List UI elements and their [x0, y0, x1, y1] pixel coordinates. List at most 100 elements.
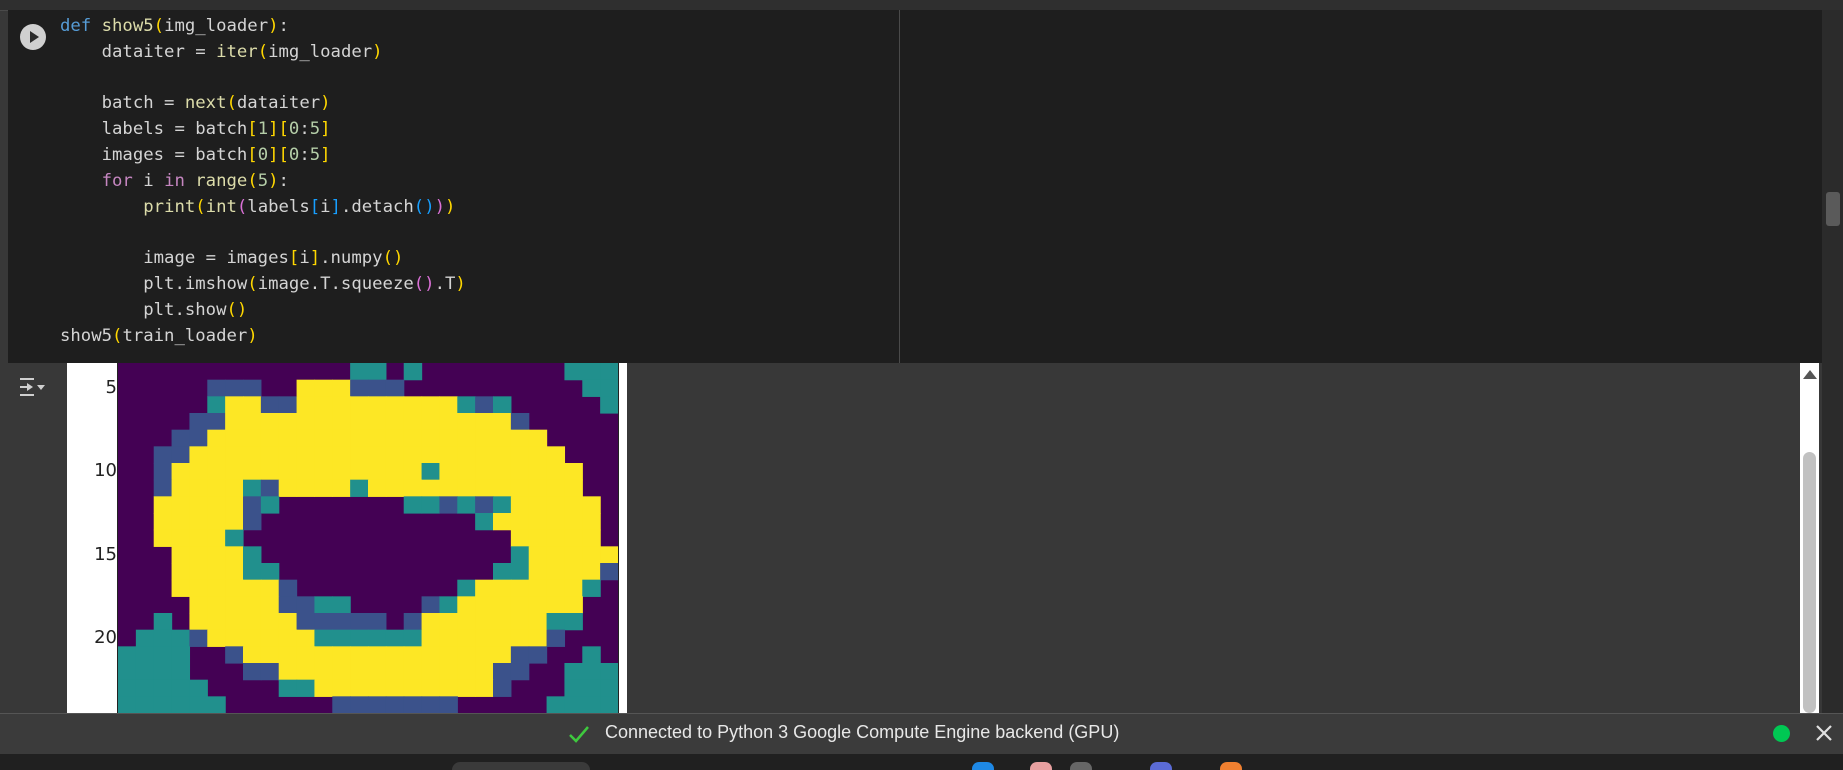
close-icon[interactable] — [1813, 722, 1835, 744]
code-token: next — [184, 93, 227, 114]
image-pixel — [564, 696, 583, 713]
taskbar-app-icon[interactable] — [1150, 762, 1172, 770]
image-pixel — [225, 563, 244, 581]
image-pixel — [368, 396, 387, 414]
image-pixel — [582, 646, 601, 664]
code-line[interactable]: batch = next(dataiter) — [60, 91, 898, 117]
image-pixel — [332, 429, 351, 447]
image-pixel — [278, 679, 298, 697]
image-pixel — [118, 679, 137, 697]
image-pixel — [153, 513, 173, 531]
image-pixel — [546, 496, 566, 514]
image-pixel — [403, 446, 423, 464]
code-line[interactable]: image = images[i].numpy() — [60, 246, 898, 272]
image-pixel — [225, 446, 244, 464]
image-pixel — [582, 663, 601, 681]
taskbar-app-icon[interactable] — [1070, 762, 1092, 770]
image-pixel — [225, 596, 244, 614]
image-pixel — [368, 629, 387, 647]
taskbar-search[interactable] — [452, 762, 590, 770]
image-pixel — [493, 513, 512, 531]
code-line[interactable]: images = batch[0][0:5] — [60, 143, 898, 169]
image-pixel — [153, 629, 173, 647]
code-line[interactable]: labels = batch[1][0:5] — [60, 117, 898, 143]
image-pixel — [207, 446, 226, 464]
image-pixel — [600, 663, 618, 681]
output-plot: 5 10 15 20 — [67, 363, 627, 713]
code-line[interactable]: plt.imshow(image.T.squeeze().T) — [60, 272, 898, 298]
code-token: int — [205, 196, 237, 217]
code-token: image = images — [60, 248, 289, 269]
image-pixel — [493, 396, 512, 414]
image-pixel — [564, 363, 583, 381]
y-tick-label: 5 — [105, 377, 117, 398]
image-pixel — [225, 396, 244, 414]
image-pixel — [457, 679, 476, 697]
image-pixel — [153, 663, 173, 681]
image-pixel — [564, 613, 583, 631]
image-pixel — [243, 563, 262, 581]
code-token: dataiter = — [60, 41, 217, 62]
notebook-scroll-thumb[interactable] — [1826, 192, 1840, 226]
code-line[interactable]: def show5(img_loader): — [60, 14, 898, 40]
image-pixel — [493, 596, 512, 614]
image-pixel — [171, 496, 191, 514]
code-token: 5 — [309, 144, 321, 165]
image-pixel — [600, 679, 618, 697]
image-pixel — [225, 463, 244, 481]
code-token: ( — [236, 196, 248, 217]
image-pixel — [278, 429, 298, 447]
image-pixel — [493, 496, 512, 514]
image-pixel — [332, 463, 351, 481]
code-line[interactable]: print(int(labels[i].detach())) — [60, 195, 898, 221]
output-scroll-thumb[interactable] — [1803, 452, 1816, 713]
image-pixel — [296, 613, 316, 631]
code-line[interactable] — [60, 220, 898, 246]
taskbar-app-icon[interactable] — [972, 762, 994, 770]
code-text[interactable]: def show5(img_loader): dataiter = iter(i… — [60, 14, 898, 349]
image-pixel — [189, 629, 208, 647]
image-pixel — [296, 679, 316, 697]
image-pixel — [493, 579, 512, 597]
image-pixel — [207, 463, 226, 481]
code-line[interactable]: for i in range(5): — [60, 169, 898, 195]
image-pixel — [493, 446, 512, 464]
image-pixel — [493, 663, 512, 681]
output-actions-icon[interactable] — [18, 374, 46, 400]
image-pixel — [189, 596, 208, 614]
code-token: .detach — [340, 196, 414, 217]
code-token: 0 — [288, 144, 300, 165]
notebook-scrollbar[interactable] — [1822, 10, 1843, 713]
code-line[interactable]: dataiter = iter(img_loader) — [60, 40, 898, 66]
code-token: [ — [278, 144, 289, 165]
image-pixel — [260, 563, 280, 581]
image-pixel — [225, 646, 244, 664]
code-line[interactable] — [60, 66, 898, 92]
image-pixel — [296, 463, 316, 481]
scroll-up-arrow-icon[interactable] — [1803, 370, 1817, 379]
code-line[interactable]: plt.show() — [60, 298, 898, 324]
image-pixel — [582, 496, 601, 514]
taskbar-app-icon[interactable] — [1220, 762, 1242, 770]
image-pixel — [278, 596, 298, 614]
mnist-image — [118, 363, 618, 713]
code-line[interactable]: show5(train_loader) — [60, 324, 898, 350]
code-token: () — [413, 273, 435, 294]
image-pixel — [314, 679, 333, 697]
image-pixel — [314, 629, 333, 647]
image-pixel — [189, 513, 208, 531]
code-editor[interactable]: def show5(img_loader): dataiter = iter(i… — [60, 14, 898, 354]
code-token: ( — [247, 170, 258, 191]
image-pixel — [368, 379, 387, 397]
output-gutter — [0, 363, 60, 713]
image-pixel — [475, 479, 494, 497]
code-token: 5 — [257, 170, 269, 191]
code-token: ) — [268, 16, 279, 36]
image-pixel — [421, 496, 441, 514]
taskbar-app-icon[interactable] — [1030, 762, 1052, 770]
image-pixel — [189, 479, 208, 497]
image-pixel — [225, 513, 244, 531]
image-pixel — [153, 613, 173, 631]
code-token: labels — [247, 196, 310, 217]
run-cell-button[interactable] — [20, 24, 46, 50]
